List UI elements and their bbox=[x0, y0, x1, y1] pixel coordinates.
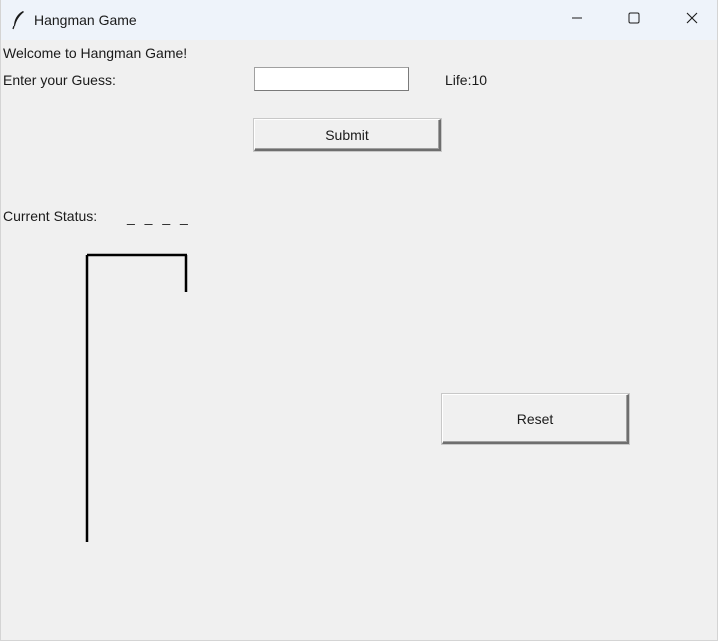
life-counter: Life:10 bbox=[445, 72, 488, 88]
maximize-button[interactable] bbox=[605, 0, 663, 40]
guess-label: Enter your Guess: bbox=[3, 72, 116, 88]
close-button[interactable] bbox=[663, 0, 718, 40]
welcome-label: Welcome to Hangman Game! bbox=[3, 45, 188, 61]
title-bar[interactable]: Hangman Game bbox=[1, 0, 717, 40]
status-word: _ _ _ _ bbox=[127, 209, 191, 225]
reset-button[interactable]: Reset bbox=[442, 394, 629, 444]
window-title: Hangman Game bbox=[34, 12, 137, 28]
maximize-icon bbox=[628, 11, 640, 29]
submit-button-label: Submit bbox=[325, 126, 369, 143]
minimize-button[interactable] bbox=[548, 0, 606, 40]
status-label: Current Status: bbox=[3, 208, 98, 224]
guess-input[interactable] bbox=[254, 67, 409, 91]
close-icon bbox=[686, 11, 698, 29]
reset-button-label: Reset bbox=[516, 410, 554, 427]
feather-icon bbox=[11, 10, 27, 30]
minimize-icon bbox=[571, 11, 583, 29]
submit-button[interactable]: Submit bbox=[254, 119, 441, 151]
hangman-canvas bbox=[85, 253, 188, 542]
hangman-window: Hangman Game Welcome to Hangman Game! En… bbox=[0, 0, 718, 641]
